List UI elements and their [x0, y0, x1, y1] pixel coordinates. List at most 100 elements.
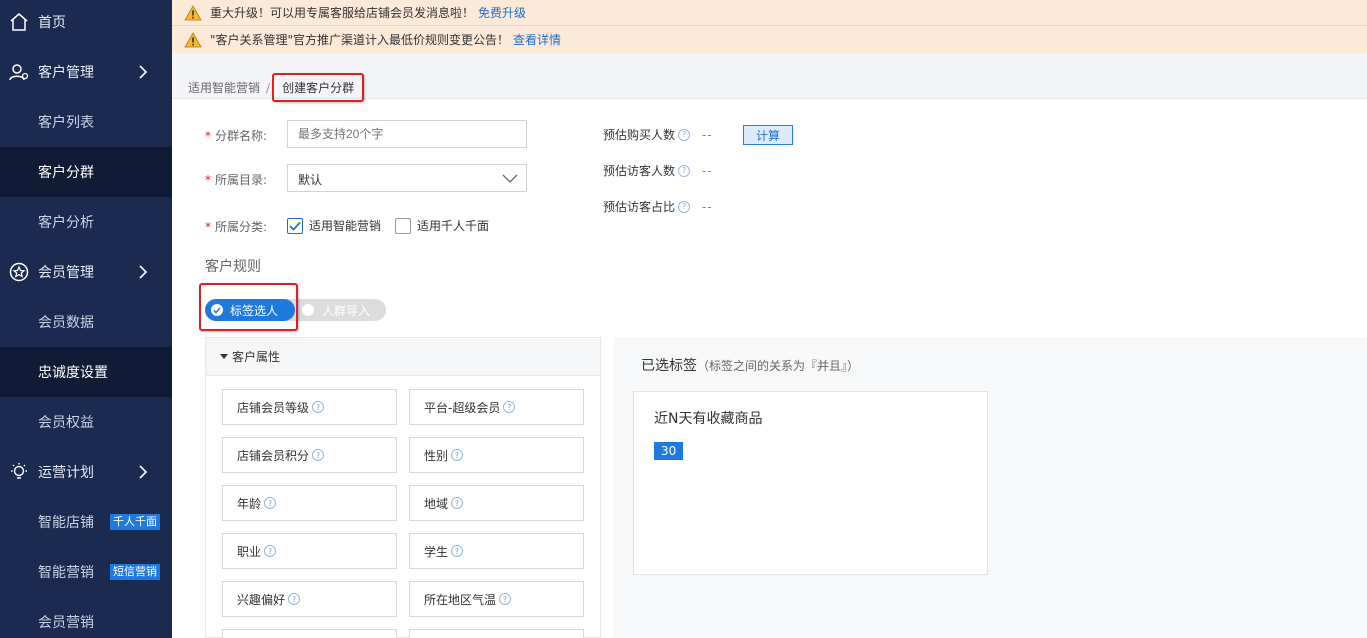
attribute-label: 店铺会员积分 — [237, 448, 310, 463]
directory-select[interactable]: 默认 — [287, 164, 527, 192]
help-icon[interactable]: ? — [312, 401, 325, 413]
estimate-visitors: 预估访客人数 ? -- — [603, 162, 713, 179]
member-icon — [8, 261, 30, 283]
sidebar-item-home[interactable]: 首页 — [0, 0, 172, 47]
directory-label: * 所属目录: — [205, 173, 268, 187]
group-name-label: * 分群名称: — [205, 129, 268, 143]
attribute-gender[interactable]: 性别? — [409, 437, 584, 473]
notice-bar-rule-change: "客户关系管理"官方推广渠道计入最低价规则变更公告！ 查看详情 — [172, 26, 1367, 53]
checkbox-label: 适用千人千面 — [417, 219, 490, 233]
attribute-label: 所在地区气温 — [424, 592, 497, 607]
notice-link-view-details[interactable]: 查看详情 — [513, 31, 561, 48]
help-icon[interactable]: ? — [451, 449, 464, 461]
help-icon[interactable]: ? — [499, 593, 512, 605]
help-icon[interactable]: ? — [288, 593, 301, 605]
help-icon[interactable]: ? — [264, 545, 277, 557]
checkbox-label: 适用智能营销 — [309, 219, 382, 233]
toggle-label: 人群导入 — [322, 303, 371, 318]
estimate-value: -- — [702, 199, 713, 214]
group-name-input[interactable] — [287, 120, 527, 148]
sidebar-item-loyalty-settings[interactable]: 忠诚度设置 — [0, 347, 172, 397]
attribute-region[interactable]: 地域? — [409, 485, 584, 521]
caret-down-icon — [220, 354, 228, 359]
breadcrumb-separator: / — [266, 80, 271, 95]
notice-bar-upgrade: 重大升级！可以用专属客服给店铺会员发消息啦！ 免费升级 — [172, 0, 1367, 25]
help-icon[interactable]: ? — [451, 497, 464, 509]
sidebar-item-member-marketing[interactable]: 会员营销 — [0, 597, 172, 638]
attribute-label: 性别 — [424, 448, 449, 463]
attribute-age[interactable]: 年龄? — [222, 485, 397, 521]
sidebar-badge: 短信营销 — [110, 564, 160, 580]
attribute-label: 店铺会员等级 — [237, 400, 310, 415]
help-icon[interactable]: ? — [678, 200, 691, 213]
checkbox-unchecked[interactable] — [395, 217, 411, 234]
home-icon — [8, 11, 30, 33]
checkbox-checked[interactable] — [287, 217, 303, 234]
attribute-student[interactable]: 学生? — [409, 533, 584, 569]
selected-tags-subtitle: （标签之间的关系为『并且』） — [697, 359, 860, 373]
sidebar-item-customer-segments[interactable]: 客户分群 — [0, 147, 172, 197]
sidebar-item-label: 智能营销 — [38, 565, 94, 581]
attribute-store-member-points[interactable]: 店铺会员积分? — [222, 437, 397, 473]
breadcrumb-bar: 适用智能营销 / 创建客户分群 — [172, 53, 1367, 102]
sidebar-item-label: 客户分析 — [38, 215, 94, 231]
radio-dot-icon — [302, 304, 314, 316]
main-content: 适用智能营销 / 创建客户分群 *分群名称: *所属目录: 默认 *所属分类: … — [172, 53, 1367, 638]
sidebar-item-member-benefits[interactable]: 会员权益 — [0, 397, 172, 447]
toggle-crowd-import[interactable]: 人群导入 — [302, 299, 370, 321]
help-icon[interactable]: ? — [678, 164, 691, 177]
sidebar-item-operations[interactable]: 运营计划 — [0, 447, 172, 497]
selected-tags-title: 已选标签（标签之间的关系为『并且』） — [641, 358, 860, 374]
notice-text: 重大升级！可以用专属客服给店铺会员发消息啦！ — [210, 6, 475, 20]
chevron-right-icon — [139, 65, 148, 79]
selected-tag-name: 近N天有收藏商品 — [654, 411, 763, 427]
sidebar-item-label: 运营计划 — [38, 465, 94, 481]
breadcrumb-parent[interactable]: 适用智能营销 — [188, 79, 260, 96]
notice-text: "客户关系管理"官方推广渠道计入最低价规则变更公告！ — [210, 33, 510, 47]
attribute-more[interactable] — [222, 629, 397, 638]
notice-link-free-upgrade[interactable]: 免费升级 — [478, 4, 526, 21]
estimate-label: 预估访客人数 — [603, 164, 676, 178]
sidebar-item-smart-store[interactable]: 智能店铺 千人千面 — [0, 497, 172, 547]
help-icon[interactable]: ? — [678, 128, 691, 141]
attribute-interests[interactable]: 兴趣偏好? — [222, 581, 397, 617]
sidebar-item-members[interactable]: 会员管理 — [0, 247, 172, 297]
highlight-box — [199, 283, 298, 331]
sidebar-item-customers[interactable]: 客户管理 — [0, 47, 172, 97]
help-icon[interactable]: ? — [451, 545, 464, 557]
sidebar-item-smart-marketing[interactable]: 智能营销 短信营销 — [0, 547, 172, 597]
attributes-header[interactable]: 客户属性 — [206, 338, 600, 376]
attribute-more[interactable] — [409, 629, 584, 638]
help-icon[interactable]: ? — [503, 401, 516, 413]
sidebar-item-member-data[interactable]: 会员数据 — [0, 297, 172, 347]
attribute-local-temperature[interactable]: 所在地区气温? — [409, 581, 584, 617]
estimate-value: -- — [702, 127, 713, 142]
sidebar-badge: 千人千面 — [110, 514, 160, 530]
chevron-right-icon — [139, 265, 148, 279]
attribute-store-member-level[interactable]: 店铺会员等级? — [222, 389, 397, 425]
selected-tag-card[interactable]: 近N天有收藏商品 30 — [633, 391, 988, 575]
calculate-button[interactable]: 计算 — [743, 125, 793, 145]
selected-tag-value[interactable]: 30 — [654, 442, 684, 460]
attribute-occupation[interactable]: 职业? — [222, 533, 397, 569]
breadcrumb: 适用智能营销 / 创建客户分群 — [188, 73, 365, 102]
warning-icon — [184, 31, 202, 47]
help-icon[interactable]: ? — [312, 449, 325, 461]
attribute-platform-super-member[interactable]: 平台-超级会员? — [409, 389, 584, 425]
help-icon[interactable]: ? — [264, 497, 277, 509]
attribute-label: 职业 — [237, 544, 262, 559]
estimate-value: -- — [702, 163, 713, 178]
sidebar-item-customer-analysis[interactable]: 客户分析 — [0, 197, 172, 247]
check-icon — [289, 221, 301, 231]
sidebar-item-label: 客户列表 — [38, 115, 94, 131]
category-checkbox-personalized[interactable]: 适用千人千面 — [395, 217, 489, 234]
sidebar-item-label: 客户管理 — [38, 65, 94, 81]
sidebar-item-label: 会员营销 — [38, 615, 94, 631]
category-checkbox-smart-marketing[interactable]: 适用智能营销 — [287, 217, 381, 234]
attribute-label: 平台-超级会员 — [424, 400, 501, 415]
category-label: * 所属分类: — [205, 220, 268, 234]
sidebar-item-customer-list[interactable]: 客户列表 — [0, 97, 172, 147]
sidebar-item-label: 会员权益 — [38, 415, 94, 431]
estimate-ratio: 预估访客占比 ? -- — [603, 198, 713, 215]
chevron-down-icon — [502, 174, 518, 183]
